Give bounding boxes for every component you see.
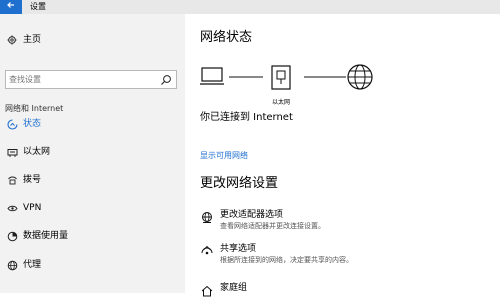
sidebar-item-label: 状态 [23,119,42,129]
back-button[interactable] [0,0,22,14]
homegroup-icon [201,285,213,297]
sidebar-item-vpn[interactable]: VPN [0,198,185,218]
back-arrow-icon [7,2,14,8]
sidebar-item-dialup[interactable]: 拨号 [0,170,185,190]
sidebar-item-status[interactable]: 状态 [0,114,185,134]
main-content: 网络状态 以太网 你已连接到 Internet 显示可用网络 更改网络设置 更改… [185,14,500,297]
home-status-icon [5,117,19,131]
option-description: 根据所连接到的网络，决定要共享的内容。 [220,256,353,264]
show-available-networks-link[interactable]: 显示可用网络 [200,150,248,161]
sidebar-item-data-usage[interactable]: 数据使用量 [0,226,185,246]
search-box[interactable] [5,70,177,89]
option-description: 查看网络适配器并更改连接设置。 [220,222,325,230]
search-input[interactable] [9,73,154,86]
sidebar-item-label: 数据使用量 [23,231,69,241]
connection-status-text: 你已连接到 Internet [200,112,293,123]
option-sharing[interactable]: 共享选项 根据所连接到的网络，决定要共享的内容。 [200,243,490,269]
change-settings-heading: 更改网络设置 [200,176,279,191]
option-title: 家庭组 [220,283,248,293]
ethernet-icon [5,145,19,159]
option-title: 更改适配器选项 [220,210,284,220]
ethernet-adapter-icon [271,65,291,90]
sidebar-item-label: 以太网 [23,147,51,157]
vpn-icon [5,201,19,215]
adapter-label: 以太网 [272,99,291,106]
option-adapter[interactable]: 更改适配器选项 查看网络适配器并更改连接设置。 [200,209,490,235]
internet-globe-icon [347,64,373,90]
title-bar: 设置 [0,0,500,14]
sidebar-item-proxy[interactable]: 代理 [0,255,185,275]
gear-icon [5,33,19,47]
globe-icon [5,258,19,272]
option-title: 共享选项 [220,244,257,254]
option-homegroup[interactable]: 家庭组 [200,282,490,308]
sidebar-item-home[interactable]: 主页 [0,30,185,50]
sidebar-item-label: VPN [23,203,42,213]
network-diagram: 以太网 [200,64,450,109]
sidebar-item-ethernet[interactable]: 以太网 [0,142,185,162]
network-status-heading: 网络状态 [200,30,253,45]
sidebar: 主页 网络和 Internet 状态 以太网 [0,14,185,293]
computer-icon [200,67,224,85]
sidebar-item-label: 主页 [23,35,42,45]
dialup-icon [5,173,19,187]
section-label: 网络和 Internet [5,104,64,113]
sharing-icon [201,245,213,255]
data-usage-icon [5,229,19,243]
adapter-options-icon [202,212,212,223]
sidebar-item-label: 代理 [23,260,42,270]
window-title: 设置 [30,2,46,11]
search-icon[interactable] [160,74,172,86]
sidebar-item-label: 拨号 [23,175,42,185]
